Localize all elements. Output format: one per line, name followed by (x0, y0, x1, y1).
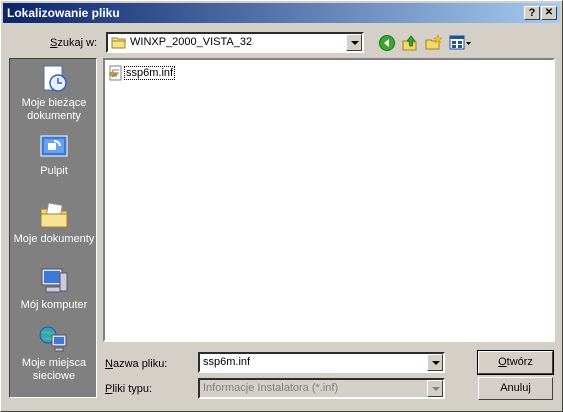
up-folder-icon[interactable] (401, 34, 419, 52)
help-button[interactable]: ? (524, 6, 540, 20)
file-name-input[interactable]: ssp6m.inf (198, 352, 445, 373)
my-documents-icon (38, 199, 70, 231)
dialog-title: Lokalizowanie pliku (7, 6, 120, 20)
close-button[interactable]: ✕ (541, 6, 557, 20)
my-computer-icon (38, 265, 70, 297)
inf-file-icon (108, 65, 124, 81)
view-menu-icon[interactable] (449, 34, 473, 52)
look-in-value: WINXP_2000_VISTA_32 (130, 36, 253, 48)
desktop-icon (38, 131, 70, 163)
cancel-button[interactable]: Anuluj (478, 377, 553, 400)
file-name-value: ssp6m.inf (203, 356, 251, 368)
open-button[interactable]: Otwórz (477, 350, 554, 375)
network-places-icon (38, 323, 70, 355)
look-in-label: Szukaj w: (50, 37, 98, 49)
file-open-dialog: Lokalizowanie pliku ? ✕ Szukaj w: WINXP_… (0, 0, 563, 412)
file-type-label: Pliki typu: (105, 383, 153, 395)
place-network-places[interactable]: Moje miejsca sieciowe (10, 323, 98, 383)
file-name-label: Nazwa pliku: (105, 358, 168, 370)
places-bar: Moje bieżące dokumenty Pulpit Moje dokum… (9, 58, 97, 398)
folder-icon (111, 36, 127, 49)
back-icon[interactable] (378, 34, 396, 52)
file-type-dropdown[interactable]: Informacje Instalatora (*.inf) (198, 378, 445, 399)
look-in-dropdown[interactable]: WINXP_2000_VISTA_32 (106, 32, 364, 53)
place-desktop[interactable]: Pulpit (10, 131, 98, 178)
recent-documents-icon (38, 63, 70, 95)
title-bar[interactable]: Lokalizowanie pliku ? ✕ (3, 3, 560, 23)
file-name-dropdown-button[interactable] (427, 354, 443, 371)
new-folder-icon[interactable] (425, 34, 443, 52)
file-name: ssp6m.inf (124, 66, 176, 80)
file-type-value: Informacje Instalatora (*.inf) (203, 382, 339, 394)
place-recent-documents[interactable]: Moje bieżące dokumenty (10, 63, 98, 123)
look-in-dropdown-button[interactable] (346, 34, 362, 51)
file-type-dropdown-button[interactable] (427, 380, 443, 397)
place-my-documents[interactable]: Moje dokumenty (10, 199, 98, 246)
place-my-computer[interactable]: Mój komputer (10, 265, 98, 312)
file-list[interactable]: ssp6m.inf (103, 58, 555, 342)
